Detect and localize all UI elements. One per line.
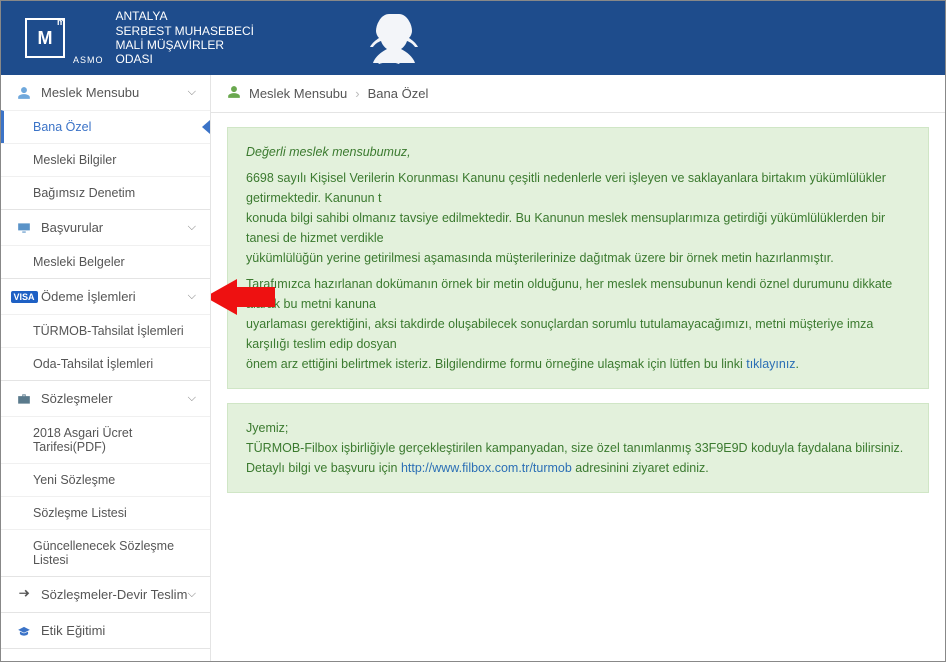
sidebar-section-label: Başvurular bbox=[41, 220, 103, 235]
notice-line: Detaylı bilgi ve başvuru için http://www… bbox=[246, 458, 910, 478]
chevron-down-icon: ⌵ bbox=[188, 86, 196, 99]
sidebar-item-yeni-sozlesme[interactable]: Yeni Sözleşme bbox=[1, 463, 210, 496]
sidebar-section-sozlesmeler[interactable]: Sözleşmeler ⌵ bbox=[1, 381, 210, 416]
org-line4: ODASI bbox=[116, 52, 254, 66]
notice-paragraph: 6698 sayılı Kişisel Verilerin Korunması … bbox=[246, 168, 910, 268]
monitor-icon bbox=[15, 221, 33, 235]
sidebar: Meslek Mensubu ⌵ Bana Özel Mesleki Bilgi… bbox=[1, 75, 211, 661]
org-line2: SERBEST MUHASEBECİ bbox=[116, 24, 254, 38]
sidebar-item-mesleki-bilgiler[interactable]: Mesleki Bilgiler bbox=[1, 143, 210, 176]
sidebar-item-label: Etik Eğitimi bbox=[41, 623, 105, 638]
chevron-right-icon: › bbox=[355, 86, 359, 101]
sidebar-item-bagimsiz-denetim[interactable]: Bağımsız Denetim bbox=[1, 176, 210, 209]
sidebar-item-label: SMYB Listesi bbox=[41, 659, 118, 661]
sidebar-item-turmob-tahsilat[interactable]: TÜRMOB-Tahsilat İşlemleri bbox=[1, 314, 210, 347]
sidebar-section-label: Meslek Mensubu bbox=[41, 85, 139, 100]
notice-paragraph: Tarafımızca hazırlanan dokümanın örnek b… bbox=[246, 274, 910, 374]
asmo-label: ASMO bbox=[73, 55, 104, 65]
list-icon bbox=[15, 660, 33, 662]
transfer-icon bbox=[15, 588, 33, 602]
graduation-icon bbox=[15, 624, 33, 638]
notice-line: TÜRMOB-Filbox işbirliğiyle gerçekleştiri… bbox=[246, 438, 910, 458]
logo-badge: M m bbox=[25, 18, 65, 58]
logo-sup: m bbox=[57, 17, 65, 27]
notice-greeting: Değerli meslek mensubumuz, bbox=[246, 142, 910, 162]
sidebar-item-asgari-ucret[interactable]: 2018 Asgari Ücret Tarifesi(PDF) bbox=[1, 416, 210, 463]
breadcrumb-root[interactable]: Meslek Mensubu bbox=[249, 86, 347, 101]
chevron-down-icon: ⌵ bbox=[188, 290, 196, 303]
breadcrumb: Meslek Mensubu › Bana Özel bbox=[211, 75, 945, 113]
visa-icon: VISA bbox=[15, 290, 33, 304]
campaign-code: 33F9E9D bbox=[695, 441, 748, 455]
breadcrumb-current: Bana Özel bbox=[368, 86, 429, 101]
notice-greeting: Jyemiz; bbox=[246, 418, 910, 438]
sidebar-item-smyb-listesi[interactable]: SMYB Listesi bbox=[1, 649, 210, 661]
sidebar-section-label: Ödeme İşlemleri bbox=[41, 289, 136, 304]
briefcase-icon bbox=[15, 392, 33, 406]
user-icon bbox=[15, 86, 33, 100]
sidebar-item-bana-ozel[interactable]: Bana Özel bbox=[1, 110, 210, 143]
sidebar-item-mesleki-belgeler[interactable]: Mesleki Belgeler bbox=[1, 245, 210, 278]
main-content: Meslek Mensubu › Bana Özel Değerli mesle… bbox=[211, 75, 945, 661]
notice-filbox: Jyemiz; TÜRMOB-Filbox işbirliğiyle gerçe… bbox=[227, 403, 929, 493]
org-line1: ANTALYA bbox=[116, 9, 254, 23]
chevron-down-icon: ⌵ bbox=[188, 588, 196, 601]
sidebar-item-etik-egitimi[interactable]: Etik Eğitimi bbox=[1, 613, 210, 648]
ataturk-silhouette-icon bbox=[354, 8, 424, 68]
sidebar-section-meslek-mensubu[interactable]: Meslek Mensubu ⌵ bbox=[1, 75, 210, 110]
sidebar-section-label: Sözleşmeler bbox=[41, 391, 113, 406]
app-header: M m ASMO ANTALYA SERBEST MUHASEBECİ MALİ… bbox=[1, 1, 945, 75]
sidebar-section-label: Sözleşmeler-Devir Teslim bbox=[41, 587, 187, 602]
org-title: ANTALYA SERBEST MUHASEBECİ MALİ MÜŞAVİRL… bbox=[116, 9, 254, 67]
sidebar-section-basvurular[interactable]: Başvurular ⌵ bbox=[1, 210, 210, 245]
user-icon bbox=[227, 85, 241, 102]
notice-kvkk: Değerli meslek mensubumuz, 6698 sayılı K… bbox=[227, 127, 929, 389]
sidebar-section-odeme-islemleri[interactable]: VISA Ödeme İşlemleri ⌵ bbox=[1, 279, 210, 314]
sidebar-item-sozlesme-listesi[interactable]: Sözleşme Listesi bbox=[1, 496, 210, 529]
chevron-down-icon: ⌵ bbox=[188, 221, 196, 234]
kvkk-form-link[interactable]: tıklayınız bbox=[746, 357, 795, 371]
chevron-down-icon: ⌵ bbox=[188, 392, 196, 405]
sidebar-section-devir-teslim[interactable]: Sözleşmeler-Devir Teslim ⌵ bbox=[1, 577, 210, 612]
logo-letter: M bbox=[38, 28, 53, 49]
sidebar-item-guncellenecek[interactable]: Güncellenecek Sözleşme Listesi bbox=[1, 529, 210, 576]
sidebar-item-oda-tahsilat[interactable]: Oda-Tahsilat İşlemleri bbox=[1, 347, 210, 380]
org-line3: MALİ MÜŞAVİRLER bbox=[116, 38, 254, 52]
filbox-link[interactable]: http://www.filbox.com.tr/turmob bbox=[401, 461, 572, 475]
